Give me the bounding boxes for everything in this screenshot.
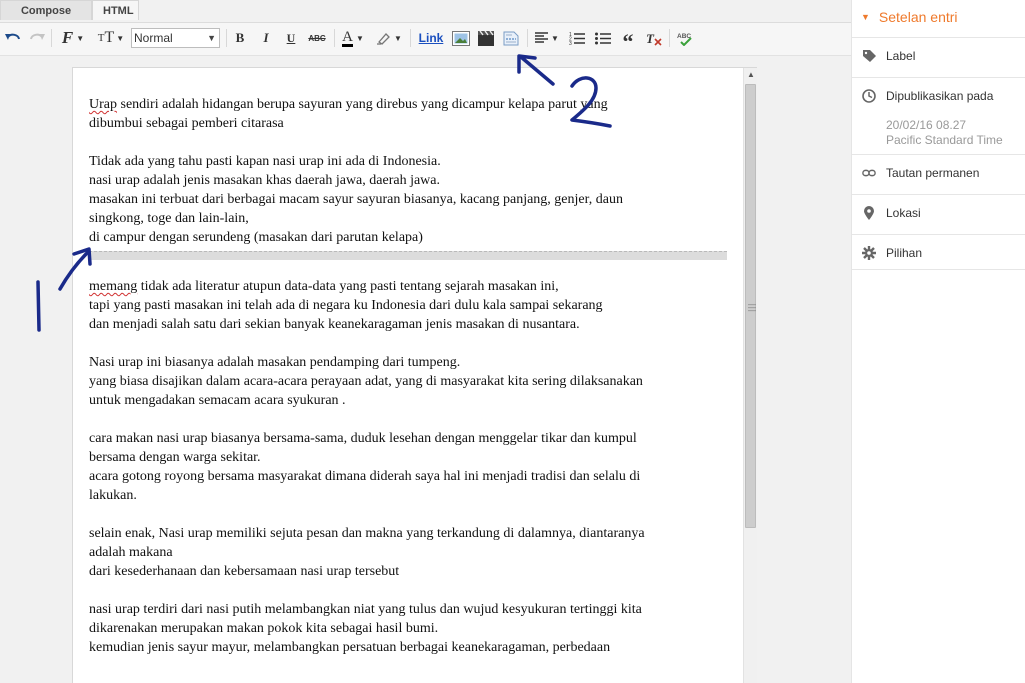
- body-text-line: acara gotong royong bersama masyarakat d…: [89, 469, 641, 484]
- body-text-line: kemudian jenis sayur mayur, melambangkan…: [89, 640, 611, 655]
- highlight-color-icon[interactable]: ▼: [374, 27, 404, 49]
- tab-compose[interactable]: Compose: [0, 0, 92, 20]
- toolbar-separator: [669, 29, 670, 47]
- body-text-line: nasi urap adalah jenis masakan khas daer…: [89, 173, 441, 188]
- body-text-line: tapi yang pasti masakan ini telah ada di…: [89, 298, 603, 313]
- body-text-line: adalah makana: [89, 545, 173, 560]
- scroll-thumb[interactable]: — — —: [745, 84, 756, 528]
- link-button[interactable]: Link: [416, 27, 446, 49]
- body-paragraph[interactable]: Urap sendiri adalah hidangan berupa sayu…: [89, 95, 719, 133]
- format-select-value: Normal: [134, 31, 173, 45]
- body-text-line: selain enak, Nasi urap memiliki sejuta p…: [89, 526, 645, 541]
- redo-icon[interactable]: [28, 27, 46, 49]
- toolbar-separator: [226, 29, 227, 47]
- clock-icon: [862, 89, 876, 103]
- body-text-line: dikarenakan merupakan makan pokok kita s…: [89, 621, 439, 636]
- body-text-line: singkong, toge dan lain-lain,: [89, 211, 249, 226]
- editor-area: Compose HTML F ▼ T T ▼ Normal ▼ B I U ABC A…: [0, 0, 851, 683]
- svg-text:3: 3: [569, 41, 572, 45]
- link-icon: [862, 166, 876, 180]
- sidebar-item-options[interactable]: Pilihan: [852, 234, 1025, 270]
- body-text-line: yang biasa disajikan dalam acara-acara p…: [89, 374, 643, 389]
- body-text-line: Urap sendiri adalah hidangan berupa sayu…: [89, 97, 608, 112]
- tab-html[interactable]: HTML: [92, 0, 139, 20]
- body-text-line: Tidak ada yang tahu pasti kapan nasi ura…: [89, 154, 441, 169]
- jump-break-marker[interactable]: [89, 251, 727, 260]
- toolbar-separator: [410, 29, 411, 47]
- chevron-down-icon: ▼: [207, 33, 216, 43]
- body-text-line: Nasi urap ini biasanya adalah masakan pe…: [89, 355, 461, 370]
- italic-button[interactable]: I: [258, 27, 274, 49]
- mode-tabs: Compose HTML: [0, 0, 139, 22]
- body-paragraph[interactable]: Nasi urap ini biasanya adalah masakan pe…: [89, 353, 719, 410]
- body-text-line: bersama dengan warga sekitar.: [89, 450, 261, 465]
- post-body-content[interactable]: Urap sendiri adalah hidangan berupa sayu…: [89, 95, 719, 676]
- published-timezone: Pacific Standard Time: [886, 133, 1003, 147]
- quote-icon[interactable]: “: [619, 27, 637, 53]
- post-settings-title: Setelan entri: [878, 9, 958, 25]
- sidebar-permalink-text: Tautan permanen: [886, 166, 980, 180]
- bullet-list-icon[interactable]: [594, 27, 612, 49]
- sidebar-label-text: Label: [886, 49, 916, 63]
- sidebar-options-text: Pilihan: [886, 246, 923, 260]
- font-color-button[interactable]: A ▼: [339, 27, 367, 49]
- strikethrough-button[interactable]: ABC: [306, 27, 328, 49]
- scroll-grip-icon: — — —: [748, 300, 756, 315]
- body-text-line: dari kesederhanaan dan kebersamaan nasi …: [89, 564, 400, 579]
- body-paragraph[interactable]: nasi urap terdiri dari nasi putih melamb…: [89, 600, 719, 657]
- editor-scrollbar[interactable]: ▲ — — —: [743, 68, 757, 683]
- gear-icon: [862, 246, 876, 260]
- spellcheck-icon[interactable]: ABC: [675, 27, 695, 49]
- body-text-line: untuk mengadakan semacam acara syukuran …: [89, 393, 346, 408]
- body-paragraph[interactable]: selain enak, Nasi urap memiliki sejuta p…: [89, 524, 719, 581]
- published-date: 20/02/16 08.27: [886, 118, 967, 132]
- toolbar-separator: [527, 29, 528, 47]
- numbered-list-icon[interactable]: 123: [568, 27, 586, 49]
- format-select[interactable]: Normal ▼: [131, 28, 220, 48]
- sidebar-item-location[interactable]: Lokasi: [852, 194, 1025, 234]
- toolbar-separator: [334, 29, 335, 47]
- sidebar-item-label[interactable]: Label: [852, 37, 1025, 77]
- body-text-line: dibumbui sebagai pemberi citarasa: [89, 116, 284, 131]
- sidebar-published-text: Dipublikasikan pada: [886, 89, 994, 103]
- location-pin-icon: [862, 206, 876, 220]
- post-body-editor[interactable]: Urap sendiri adalah hidangan berupa sayu…: [72, 67, 757, 683]
- caret-down-icon: ▼: [861, 12, 870, 22]
- body-paragraph[interactable]: memang tidak ada literatur atupun data-d…: [89, 277, 719, 334]
- sidebar-location-text: Lokasi: [886, 206, 921, 220]
- body-paragraph[interactable]: cara makan nasi urap biasanya bersama-sa…: [89, 429, 719, 505]
- sidebar-item-permalink[interactable]: Tautan permanen: [852, 154, 1025, 194]
- toolbar-separator: [51, 29, 52, 47]
- post-settings-header[interactable]: ▼ Setelan entri: [861, 6, 958, 28]
- sidebar-item-published[interactable]: Dipublikasikan pada 20/02/16 08.27 Pacif…: [852, 77, 1025, 155]
- underline-button[interactable]: U: [283, 27, 299, 49]
- body-text-line: memang tidak ada literatur atupun data-d…: [89, 279, 559, 294]
- body-text-line: lakukan.: [89, 488, 137, 503]
- font-family-icon[interactable]: F ▼: [58, 27, 88, 49]
- body-text-line: dan menjadi salah satu dari sekian banya…: [89, 317, 580, 332]
- bold-button[interactable]: B: [232, 27, 248, 49]
- body-paragraph[interactable]: Tidak ada yang tahu pasti kapan nasi ura…: [89, 152, 719, 247]
- image-icon[interactable]: [451, 27, 471, 49]
- editor-toolbar: F▼ TT▼ Normal ▼ B I U ABC A▼ ▼ Link: [0, 22, 851, 56]
- body-text-line: cara makan nasi urap biasanya bersama-sa…: [89, 431, 637, 446]
- remove-formatting-icon[interactable]: T: [644, 27, 664, 49]
- font-size-icon[interactable]: T T ▼: [96, 27, 126, 49]
- video-icon[interactable]: [476, 27, 496, 49]
- jump-break-icon[interactable]: [501, 27, 521, 49]
- post-settings-sidebar: ▼ Setelan entri Label Dipublikasikan pad…: [851, 0, 1025, 683]
- font-color-label: A: [342, 28, 353, 47]
- undo-icon[interactable]: [4, 27, 22, 49]
- align-icon[interactable]: ▼: [533, 27, 561, 49]
- body-text-line: di campur dengan serundeng (masakan dari…: [89, 230, 423, 245]
- body-text-line: nasi urap terdiri dari nasi putih melamb…: [89, 602, 642, 617]
- svg-text:T: T: [646, 31, 655, 46]
- scroll-up-arrow-icon[interactable]: ▲: [744, 68, 758, 82]
- body-text-line: masakan ini terbuat dari berbagai macam …: [89, 192, 623, 207]
- tag-icon: [862, 49, 876, 63]
